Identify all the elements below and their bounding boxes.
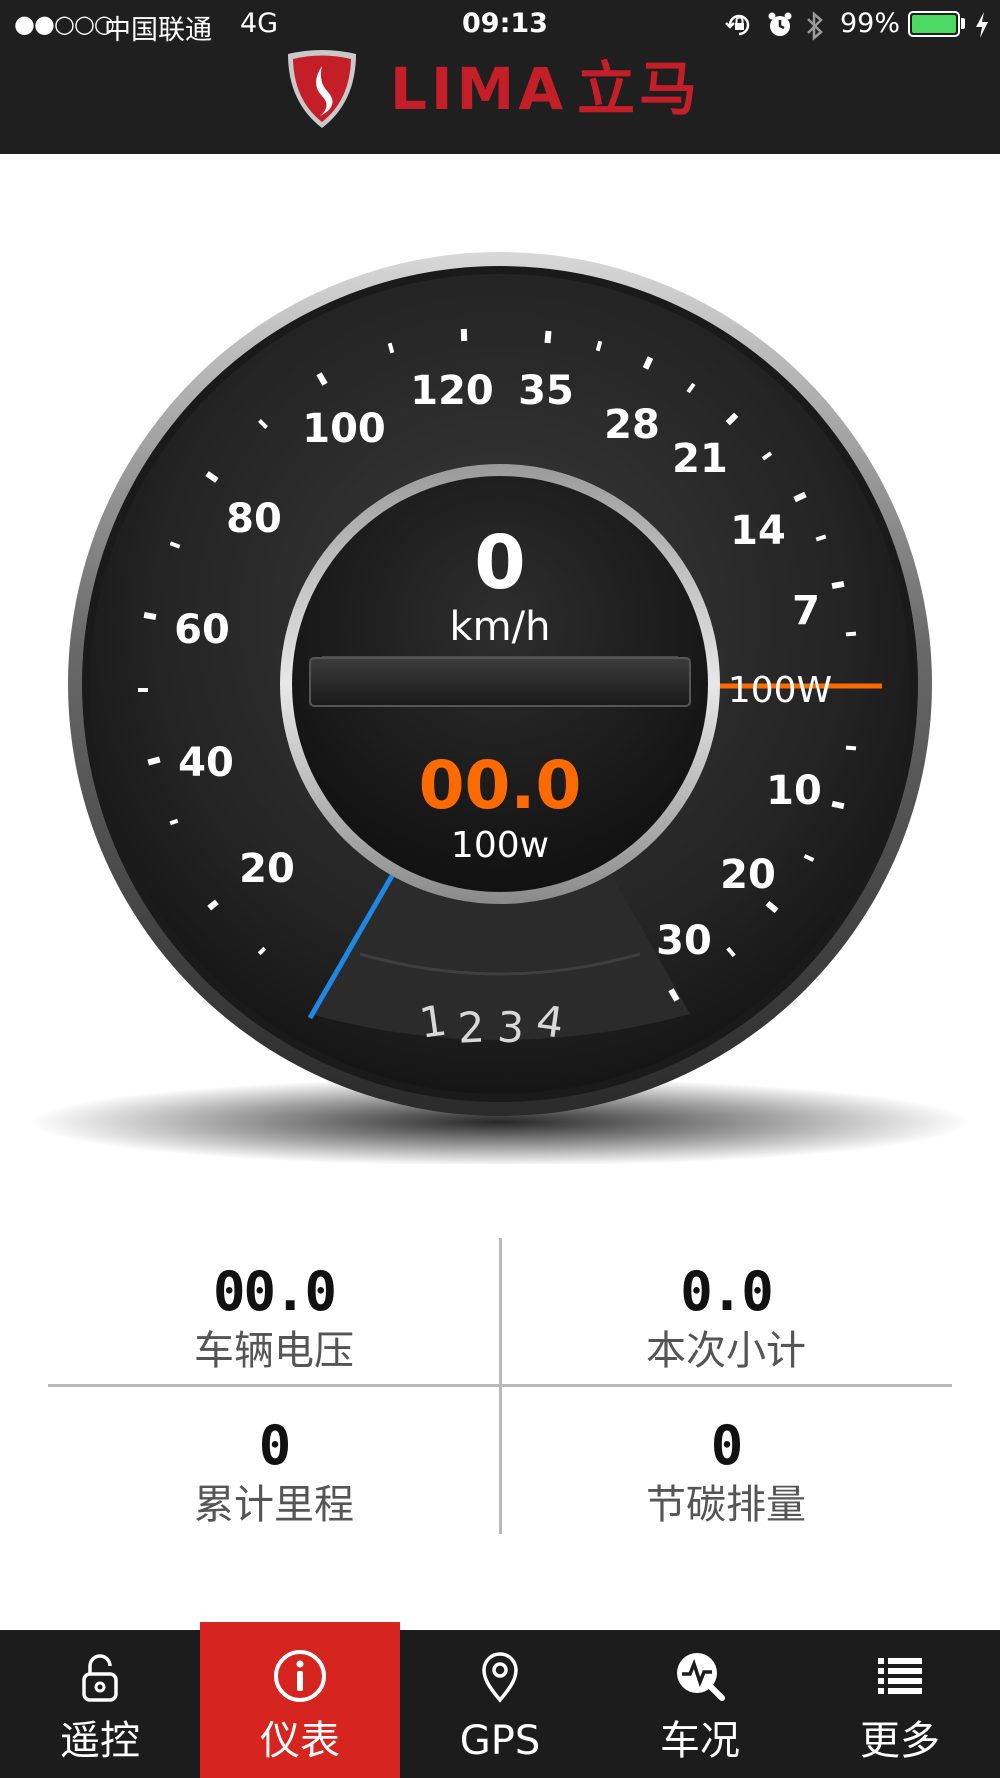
status-bar: ●●○○○ 中国联通 4G 09:13 99% [0, 0, 1000, 50]
stat-label: 本次小计 [646, 1328, 806, 1374]
scale-label-14: 14 [730, 508, 786, 554]
tab-label: GPS [459, 1718, 541, 1764]
clock: 09:13 [462, 8, 548, 39]
stat-carbon-saved: 0 节碳排量 [500, 1414, 952, 1530]
gear-digit-3: 3 [496, 1002, 525, 1052]
scale-label-28: 28 [604, 402, 660, 448]
tab-more[interactable]: 更多 [800, 1630, 1000, 1778]
alarm-icon [768, 12, 792, 36]
brand-latin: LIMA [390, 55, 568, 123]
scale-label-60: 60 [174, 607, 230, 653]
scale-label-100: 100 [302, 406, 386, 452]
lima-shield-logo [288, 50, 356, 128]
stat-value: 0 [258, 1414, 292, 1477]
brand-wordmark: LIMA 立马 [390, 54, 701, 124]
orientation-lock-icon [725, 14, 750, 36]
speedometer-gauge: 1234 100W 20 40 60 80 100 120 35 28 21 1… [30, 252, 970, 1164]
stat-value: 0.0 [680, 1260, 774, 1323]
speed-unit: km/h [450, 604, 551, 650]
battery-icon [908, 11, 960, 37]
speedometer-panel: 1234 100W 20 40 60 80 100 120 35 28 21 1… [0, 154, 1000, 1164]
stat-total-mileage: 0 累计里程 [48, 1414, 500, 1530]
list-icon [878, 1658, 922, 1694]
scale-label-21: 21 [672, 436, 728, 482]
tab-dashboard[interactable]: 仪表 [200, 1622, 400, 1778]
stat-trip-distance: 0.0 本次小计 [500, 1260, 952, 1376]
info-gauge-icon [274, 1650, 326, 1702]
tab-gps[interactable]: GPS [400, 1630, 600, 1778]
battery-fill [912, 15, 956, 33]
scale-label-80: 80 [226, 496, 282, 542]
charging-icon [976, 12, 988, 38]
diagnostics-icon [677, 1653, 725, 1701]
scale-label-10: 10 [766, 768, 822, 814]
signal-strength: ●●○○○ [14, 10, 115, 38]
power-unit: 100w [451, 825, 549, 866]
gear-digit-2: 2 [457, 1002, 486, 1052]
stat-label: 累计里程 [194, 1482, 354, 1528]
stat-label: 车辆电压 [194, 1328, 354, 1374]
carrier-name: 中国联通 [104, 15, 212, 46]
scale-label-30: 30 [656, 918, 712, 964]
bluetooth-icon [807, 11, 823, 41]
tab-remote[interactable]: 遥控 [0, 1630, 200, 1778]
stats-divider-vertical [499, 1238, 502, 1534]
tab-label: 仪表 [260, 1718, 340, 1764]
stat-value: 0 [710, 1414, 744, 1477]
scale-label-20: 20 [239, 846, 295, 892]
lock-icon [82, 1654, 118, 1702]
scale-label-7: 7 [792, 588, 820, 634]
tab-label: 车况 [660, 1718, 740, 1764]
stat-label: 节碳排量 [646, 1482, 806, 1528]
speed-value: 0 [474, 520, 526, 606]
network-type: 4G [240, 8, 279, 39]
power-marker-label: 100W [728, 670, 832, 711]
stat-vehicle-voltage: 00.0 车辆电压 [48, 1260, 500, 1376]
battery-percent: 99% [840, 8, 901, 39]
brand-chinese: 立马 [577, 55, 702, 123]
power-value: 00.0 [419, 747, 582, 824]
battery-tip [961, 18, 965, 29]
location-pin-icon [482, 1652, 518, 1703]
power-bar [309, 657, 691, 707]
scale-label-20-right: 20 [720, 852, 776, 898]
scale-label-35: 35 [518, 368, 574, 414]
scale-label-120: 120 [410, 368, 494, 414]
tab-label: 更多 [860, 1718, 940, 1764]
tab-label: 遥控 [60, 1718, 140, 1764]
scale-label-40: 40 [178, 740, 234, 786]
stats-grid: 00.0 车辆电压 0.0 本次小计 0 累计里程 0 节碳排量 [48, 1238, 952, 1534]
stat-value: 00.0 [212, 1260, 337, 1323]
app-header: LIMA 立马 [0, 50, 1000, 154]
tab-vehicle-status[interactable]: 车况 [600, 1630, 800, 1778]
bottom-tab-bar: 遥控 仪表 GPS 车况 更多 [0, 1622, 1000, 1778]
